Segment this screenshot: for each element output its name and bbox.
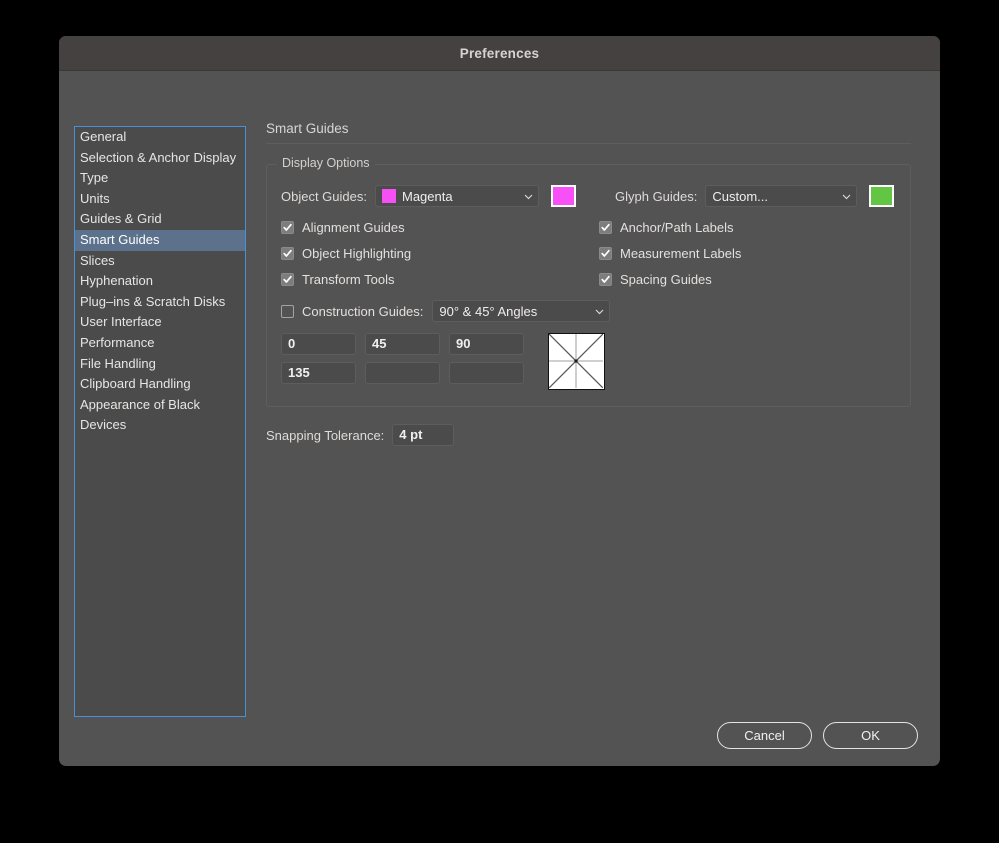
sidebar-item-label: Selection & Anchor Display [80,149,237,165]
sidebar-item-label: Appearance of Black [80,396,200,412]
preferences-dialog: Preferences General Selection & Anchor Di… [59,36,940,766]
angle-input-2[interactable]: 45 [365,333,440,355]
guides-color-row: Object Guides: Magenta Glyph Guides: Cus… [281,185,896,207]
checkbox-column-right: Anchor/Path Labels Measurement Labels Spac… [599,214,741,292]
checkbox-row-spacing-guides[interactable]: Spacing Guides [599,266,741,292]
sidebar-item-units[interactable]: Units [75,189,245,210]
chevron-down-icon [523,191,534,202]
sidebar-item-user-interface[interactable]: User Interface [75,312,245,333]
group-title: Display Options [277,156,375,170]
object-guides-dropdown[interactable]: Magenta [375,185,539,207]
sidebar-item-label: File Handling [80,355,156,371]
angle-input-grid: 0 45 90 135 [281,333,524,384]
preferences-category-list[interactable]: General Selection & Anchor Display Type Uni… [74,126,246,717]
checkbox-label: Alignment Guides [302,219,405,235]
sidebar-item-appearance-of-black[interactable]: Appearance of Black [75,395,245,416]
checkbox-label: Measurement Labels [620,245,742,261]
angle-input-6[interactable] [449,362,524,384]
checkbox-row-alignment-guides[interactable]: Alignment Guides [281,214,599,240]
display-options-group: Display Options Object Guides: Magenta G… [266,156,911,407]
sidebar-item-label: Slices [80,252,115,268]
sidebar-item-hyphenation[interactable]: Hyphenation [75,271,245,292]
sidebar-item-label: User Interface [80,314,162,330]
angle-settings-row: 0 45 90 135 [281,333,896,390]
sidebar-item-slices[interactable]: Slices [75,251,245,272]
checkbox-row-object-highlighting[interactable]: Object Highlighting [281,240,599,266]
sidebar-item-label: Units [80,190,110,206]
dialog-title: Preferences [459,45,540,61]
sidebar-item-label: General [80,129,127,144]
construction-guides-value: 90° & 45° Angles [439,303,538,319]
sidebar-item-label: Guides & Grid [80,211,162,227]
glyph-guides-label: Glyph Guides: [615,188,698,204]
checkbox-measurement-labels[interactable] [599,246,612,260]
angle-input-4[interactable]: 135 [281,362,356,384]
sidebar-item-label: Type [80,170,109,186]
checkbox-row-transform-tools[interactable]: Transform Tools [281,266,599,292]
sidebar-item-clipboard-handling[interactable]: Clipboard Handling [75,374,245,395]
sidebar-item-plug-ins-scratch-disks[interactable]: Plug–ins & Scratch Disks [75,292,245,313]
sidebar-item-label: Smart Guides [80,231,160,247]
sidebar-item-smart-guides[interactable]: Smart Guides [75,229,245,251]
checkbox-column-left: Alignment Guides Object Highlighting Trans… [281,214,599,292]
angle-input-1[interactable]: 0 [281,333,356,355]
object-guides-color-swatch[interactable] [551,185,576,207]
dialog-footer: Cancel OK [717,722,918,749]
sidebar-item-label: Clipboard Handling [80,376,191,392]
checkbox-transform-tools[interactable] [281,272,294,286]
sidebar-item-guides-grid[interactable]: Guides & Grid [75,209,245,230]
sidebar-item-label: Plug–ins & Scratch Disks [80,293,226,309]
construction-guides-dropdown[interactable]: 90° & 45° Angles [432,300,611,322]
checkbox-object-highlighting[interactable] [281,246,294,260]
preferences-pane: Smart Guides Display Options Object Guid… [266,121,918,446]
glyph-guides-value: Custom... [712,188,768,204]
construction-guides-label: Construction Guides: [302,303,424,319]
construction-guides-row[interactable]: Construction Guides: 90° & 45° Angles [281,298,896,324]
dialog-titlebar: Preferences [59,36,940,71]
display-options-checkbox-row: Alignment Guides Object Highlighting Trans… [281,214,896,292]
object-guides-label: Object Guides: [281,188,367,204]
object-guides-value: Magenta [402,188,453,204]
checkbox-label: Spacing Guides [620,271,712,287]
checkbox-label: Transform Tools [302,271,395,287]
chevron-down-icon [594,306,605,317]
checkbox-alignment-guides[interactable] [281,220,294,234]
glyph-guides-color-swatch[interactable] [869,185,895,207]
cancel-button[interactable]: Cancel [717,722,812,749]
construction-guides-checkbox[interactable] [281,304,294,318]
ok-button[interactable]: OK [823,722,918,749]
sidebar-item-label: Devices [80,417,127,433]
object-guides-color-chip [382,189,396,203]
dialog-body: General Selection & Anchor Display Type Uni… [59,71,940,766]
sidebar-item-type[interactable]: Type [75,168,245,189]
sidebar-item-selection-anchor-display[interactable]: Selection & Anchor Display [75,148,245,169]
angle-input-5[interactable] [365,362,440,384]
checkbox-row-measurement-labels[interactable]: Measurement Labels [599,240,741,266]
checkbox-anchor-path-labels[interactable] [599,220,612,234]
checkbox-label: Object Highlighting [302,245,412,261]
chevron-down-icon [841,191,852,202]
page-title: Smart Guides [266,121,911,144]
checkbox-row-anchor-path-labels[interactable]: Anchor/Path Labels [599,214,741,240]
sidebar-item-file-handling[interactable]: File Handling [75,354,245,375]
sidebar-item-performance[interactable]: Performance [75,333,245,354]
sidebar-item-label: Hyphenation [80,273,153,289]
sidebar-item-label: Performance [80,334,155,350]
sidebar-item-general[interactable]: General [75,127,245,148]
snapping-tolerance-input[interactable]: 4 pt [392,424,455,446]
glyph-guides-dropdown[interactable]: Custom... [705,185,858,207]
snapping-tolerance-label: Snapping Tolerance: [266,427,385,443]
snapping-tolerance-row: Snapping Tolerance: 4 pt [266,424,918,446]
checkbox-spacing-guides[interactable] [599,272,612,286]
sidebar-item-devices[interactable]: Devices [75,415,245,436]
angle-input-3[interactable]: 90 [449,333,524,355]
angle-preview [548,333,605,390]
checkbox-label: Anchor/Path Labels [620,219,734,235]
